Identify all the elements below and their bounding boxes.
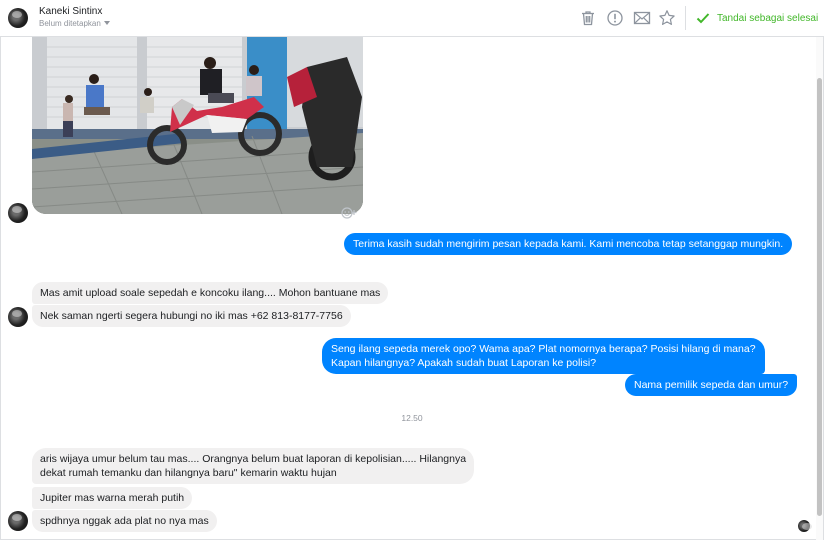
caret-down-icon — [103, 21, 110, 25]
outgoing-message[interactable]: Terima kasih sudah mengirim pesan kepada… — [344, 233, 793, 255]
header-divider — [685, 6, 686, 30]
mark-done-label: Tandai sebagai selesai — [717, 12, 819, 24]
contact-avatar[interactable] — [8, 8, 28, 28]
message-line: Seng ilang sepeda merek opo? Wama apa? P… — [331, 343, 756, 355]
message-timestamp: 12.50 — [401, 413, 423, 423]
contact-avatar-small[interactable] — [8, 511, 28, 531]
mark-done-button[interactable]: Tandai sebagai selesai — [696, 10, 818, 26]
message-text: Nek saman ngerti segera hubungi no iki m… — [40, 310, 343, 322]
message-line: dekat rumah temanku dan hilangnya baru" … — [40, 467, 337, 479]
label-status-dropdown[interactable]: Belum ditetapkan — [39, 19, 110, 28]
outgoing-message[interactable]: Seng ilang sepeda merek opo? Wama apa? P… — [322, 338, 765, 374]
message-text: Mas amit upload soale sepedah e koncoku … — [40, 287, 381, 299]
mail-icon[interactable] — [633, 9, 651, 27]
message-text: Nama pemilik sepeda dan umur? — [634, 379, 789, 391]
message-text: Jupiter mas warna merah putih — [40, 492, 185, 504]
incoming-message[interactable]: Mas amit upload soale sepedah e koncoku … — [32, 282, 389, 304]
conversation-header: Kaneki Sintinx Belum ditetapkan Tandai s… — [0, 0, 824, 37]
trash-icon[interactable] — [579, 9, 597, 27]
contact-avatar-small[interactable] — [8, 307, 28, 327]
checkmark-icon — [696, 13, 710, 24]
scrollbar-thumb[interactable] — [817, 78, 822, 516]
outgoing-message[interactable]: Nama pemilik sepeda dan umur? — [625, 374, 798, 396]
message-line: aris wijaya umur belum tau mas.... Orang… — [40, 453, 467, 465]
incoming-message[interactable]: spdhnya nggak ada plat no nya mas — [32, 510, 217, 532]
contact-name[interactable]: Kaneki Sintinx — [39, 6, 102, 17]
message-line: Kapan hilangnya? Apakah sudah buat Lapor… — [331, 357, 597, 369]
incoming-message[interactable]: Jupiter mas warna merah putih — [32, 487, 193, 509]
reaction-icon[interactable] — [340, 206, 358, 220]
seen-indicator-avatar — [798, 520, 810, 532]
contact-avatar-small[interactable] — [8, 203, 28, 223]
star-icon[interactable] — [658, 9, 676, 27]
incoming-message[interactable]: aris wijaya umur belum tau mas.... Orang… — [32, 448, 475, 484]
alert-icon[interactable] — [606, 9, 624, 27]
contact-avatar-tiny — [798, 520, 810, 532]
label-status-text: Belum ditetapkan — [39, 19, 101, 28]
message-text: Terima kasih sudah mengirim pesan kepada… — [353, 238, 784, 250]
incoming-message[interactable]: Nek saman ngerti segera hubungi no iki m… — [32, 305, 351, 327]
photo-message[interactable] — [32, 37, 363, 214]
message-text: spdhnya nggak ada plat no nya mas — [40, 515, 209, 527]
